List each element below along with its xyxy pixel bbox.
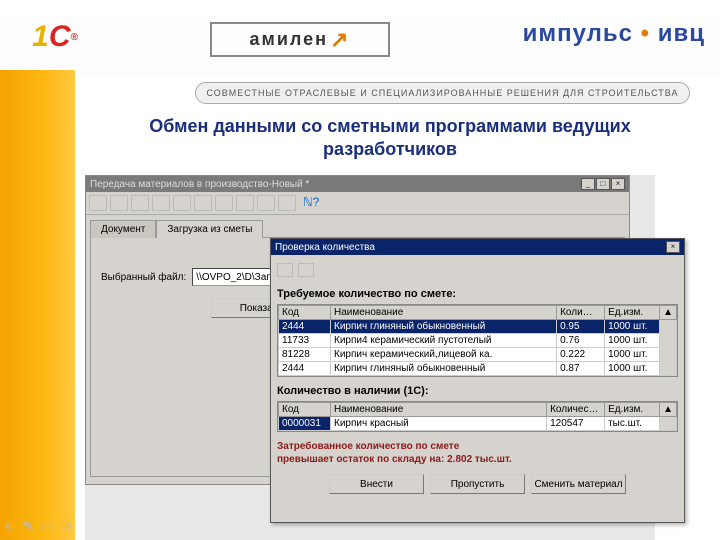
- close-icon[interactable]: ×: [666, 241, 680, 253]
- toolbar-btn[interactable]: [89, 195, 107, 211]
- window-title: Передача материалов в производство-Новый…: [90, 179, 309, 190]
- tagline: СОВМЕСТНЫЕ ОТРАСЛЕВЫЕ И СПЕЦИАЛИЗИРОВАНН…: [195, 82, 690, 104]
- titlebar: Передача материалов в производство-Новый…: [86, 176, 629, 192]
- toolbar-btn[interactable]: [236, 195, 254, 211]
- apply-button[interactable]: Внести: [329, 474, 424, 494]
- col-ed[interactable]: Ед.изм.: [605, 403, 660, 417]
- toolbar-icon[interactable]: [298, 263, 314, 277]
- table-row[interactable]: 0000031 Кирпич красный 120547 тыс.шт.: [279, 417, 677, 431]
- toolbar-btn[interactable]: [257, 195, 275, 211]
- close-icon[interactable]: ×: [611, 178, 625, 190]
- skip-button[interactable]: Пропустить: [430, 474, 525, 494]
- dialog-titlebar: Проверка количества ×: [271, 239, 684, 255]
- scroll-up-icon[interactable]: ▲: [660, 403, 677, 417]
- toolbar-btn[interactable]: [152, 195, 170, 211]
- change-material-button[interactable]: Сменить материал: [531, 474, 626, 494]
- table-row[interactable]: 11733Кирпи4 керамический пустотелый0.761…: [279, 334, 677, 348]
- scroll-up-icon[interactable]: ▲: [660, 306, 677, 320]
- col-kod[interactable]: Код: [279, 306, 331, 320]
- toolbar: ℕ?: [86, 192, 629, 215]
- section-stock: Количество в наличии (1С):: [277, 385, 678, 397]
- toolbar-btn[interactable]: [131, 195, 149, 211]
- toolbar-btn[interactable]: [110, 195, 128, 211]
- table-row[interactable]: 2444Кирпич глиняный обыкновенный0.951000…: [279, 320, 677, 334]
- tab-document[interactable]: Документ: [90, 220, 156, 238]
- maximize-icon[interactable]: □: [596, 178, 610, 190]
- col-kol[interactable]: Коли…: [557, 306, 605, 320]
- dialog-title: Проверка количества: [275, 242, 375, 253]
- dialog-check-quantity: Проверка количества × Требуемое количест…: [270, 238, 685, 523]
- toolbar-btn[interactable]: [194, 195, 212, 211]
- toolbar-icon[interactable]: [277, 263, 293, 277]
- grid-required[interactable]: Код Наименование Коли… Ед.изм. ▲ 2444Кир…: [277, 304, 678, 377]
- col-naim[interactable]: Наименование: [331, 306, 557, 320]
- minimize-icon[interactable]: _: [581, 178, 595, 190]
- warning-message: Затребованное количество по смете превыш…: [277, 440, 678, 466]
- col-kod[interactable]: Код: [279, 403, 331, 417]
- toolbar-btn[interactable]: [278, 195, 296, 211]
- col-kol[interactable]: Количес…: [547, 403, 605, 417]
- dialog-toolbar: [277, 261, 678, 286]
- logo-1c: 1C®: [10, 10, 100, 64]
- slide-title: Обмен данными со сметными программами ве…: [100, 115, 680, 162]
- app-screenshot: Передача материалов в производство-Новый…: [85, 175, 655, 540]
- pen-icon[interactable]: ✎: [23, 518, 35, 535]
- toolbar-btn[interactable]: [215, 195, 233, 211]
- toolbar-btn[interactable]: [173, 195, 191, 211]
- grid-stock[interactable]: Код Наименование Количес… Ед.изм. ▲ 0000…: [277, 401, 678, 432]
- help-icon[interactable]: ℕ?: [299, 195, 323, 211]
- table-row[interactable]: 2444Кирпич глиняный обыкновенный0.871000…: [279, 362, 677, 376]
- slide-nav: ⇐ ✎ ▭ ⇒: [5, 518, 71, 535]
- file-label: Выбранный файл:: [101, 272, 186, 283]
- col-ed[interactable]: Ед.изм.: [605, 306, 660, 320]
- col-naim[interactable]: Наименование: [331, 403, 547, 417]
- logo-impuls: импульс • ивц: [523, 20, 705, 48]
- tab-load-estimate[interactable]: Загрузка из сметы: [156, 220, 263, 238]
- section-required: Требуемое количество по смете:: [277, 288, 678, 300]
- menu-icon[interactable]: ▭: [40, 518, 53, 535]
- logo-amilen: амилен↗: [210, 22, 390, 57]
- next-icon[interactable]: ⇒: [60, 518, 72, 535]
- prev-icon[interactable]: ⇐: [5, 518, 17, 535]
- table-row[interactable]: 81228Кирпич керамический,лицевой ка.0.22…: [279, 348, 677, 362]
